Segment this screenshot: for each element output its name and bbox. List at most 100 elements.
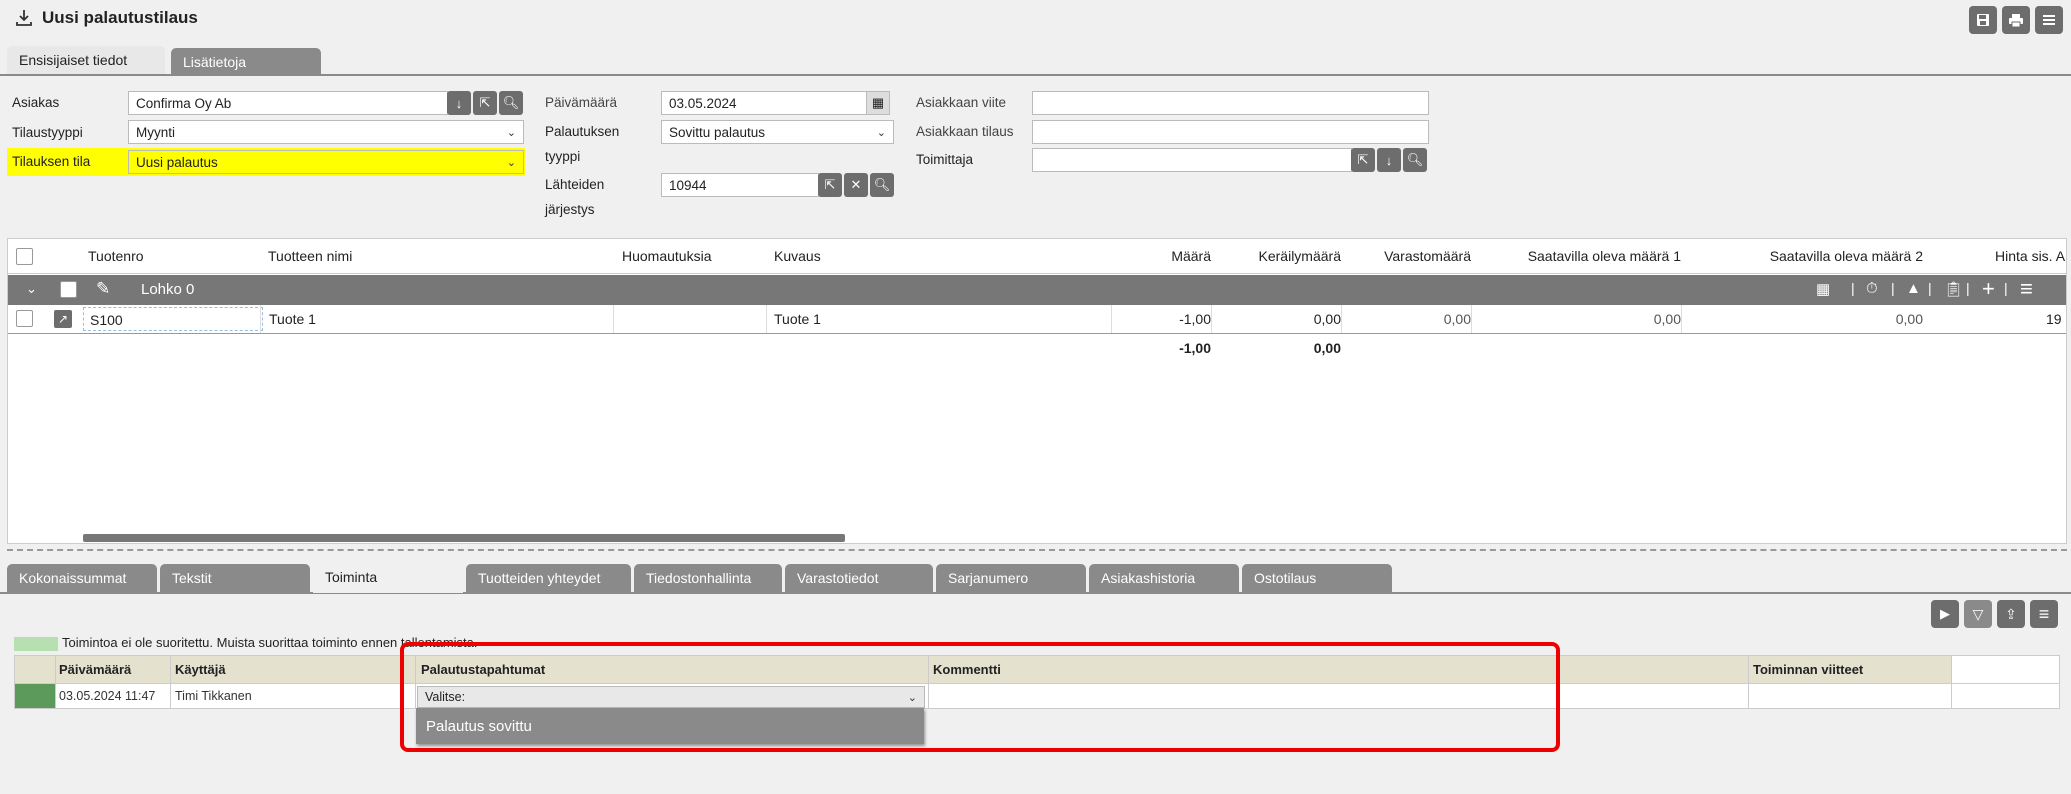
shapes-icon[interactable]: ▲ — [1906, 280, 1921, 297]
calendar-add-icon[interactable]: ▦ — [1816, 280, 1830, 298]
tilauksen-tila-label: Tilauksen tila — [12, 154, 91, 169]
cell-varastomaara: 0,00 — [1443, 311, 1471, 327]
tab-sarjanumero[interactable]: Sarjanumero — [936, 564, 1086, 592]
search-icon: 🔍︎ — [873, 177, 891, 192]
col-divider — [766, 305, 767, 333]
lahteiden-label-2: järjestys — [545, 202, 595, 217]
col-kuvaus[interactable]: Kuvaus — [774, 239, 821, 273]
paivamaara-field[interactable]: 03.05.2024 — [661, 91, 867, 115]
tilaustyyppi-value: Myynti — [136, 124, 176, 140]
toimittaja-open-button[interactable]: ⇱ — [1351, 148, 1375, 172]
lahteiden-field[interactable]: 10944 — [661, 173, 819, 197]
tilaustyyppi-select[interactable]: Myynti ⌄ — [128, 120, 524, 144]
col-paivamaara[interactable]: Päivämäärä — [59, 662, 131, 677]
lahteiden-value: 10944 — [669, 177, 707, 193]
group-checkbox[interactable] — [60, 281, 77, 298]
menu-button[interactable] — [2035, 6, 2063, 34]
lahteiden-search-button[interactable]: 🔍︎ — [870, 173, 894, 197]
save-button[interactable] — [1969, 6, 1997, 34]
horizontal-scrollbar[interactable] — [83, 534, 845, 542]
filter-button[interactable]: ▽ — [1964, 600, 1992, 628]
palautuksen-tyyppi-select[interactable]: Sovittu palautus ⌄ — [661, 120, 894, 144]
asiakkaan-tilaus-field[interactable] — [1032, 120, 1429, 144]
tab-kokonaissummat[interactable]: Kokonaissummat — [7, 564, 157, 592]
add-icon[interactable]: + — [1982, 276, 1995, 302]
open-link-icon: ⇱ — [824, 177, 836, 192]
divider: | — [1928, 280, 1932, 296]
tab-varastotiedot[interactable]: Varastotiedot — [785, 564, 933, 592]
open-link-icon: ⇱ — [479, 95, 491, 110]
activity-menu-button[interactable]: ≡ — [2030, 600, 2058, 628]
tab-label: Ensisijaiset tiedot — [19, 52, 128, 68]
col-kayttaja[interactable]: Käyttäjä — [175, 662, 226, 677]
toimittaja-search-button[interactable]: 🔍︎ — [1403, 148, 1427, 172]
tilaustyyppi-label: Tilaustyyppi — [12, 125, 83, 140]
asiakas-open-button[interactable]: ⇱ — [473, 91, 497, 115]
col-tuotenro[interactable]: Tuotenro — [88, 239, 144, 273]
asiakas-search-button[interactable]: 🔍︎ — [499, 91, 523, 115]
print-button[interactable] — [2002, 6, 2030, 34]
calendar-button[interactable]: ▦ — [866, 91, 890, 115]
cell-saatavilla-1: 0,00 — [1653, 311, 1681, 327]
col-saatavilla-2[interactable]: Saatavilla oleva määrä 2 — [1681, 239, 1923, 273]
cell-kerailymaara: 0,00 — [1313, 311, 1341, 327]
notice-color-swatch — [14, 637, 58, 651]
col-varastomaara[interactable]: Varastomäärä — [1341, 239, 1471, 273]
export-button[interactable]: ⇪ — [1997, 600, 2025, 628]
toimittaja-down-button[interactable]: ↓ — [1377, 148, 1401, 172]
asiakkaan-viite-field[interactable] — [1032, 91, 1429, 115]
save-icon — [1977, 14, 1989, 26]
close-icon: ✕ — [850, 177, 862, 192]
tab-ostotilaus[interactable]: Ostotilaus — [1242, 564, 1392, 592]
run-button[interactable]: ▶ — [1931, 600, 1959, 628]
divider: | — [1851, 280, 1855, 296]
paivamaara-label: Päivämäärä — [545, 95, 618, 110]
arrow-down-icon: ↓ — [1385, 152, 1393, 168]
panel-splitter[interactable] — [7, 549, 2067, 551]
palautuksen-tyyppi-label-2: tyyppi — [545, 149, 581, 164]
cell-hinta: 19 — [2046, 311, 2062, 327]
timer-icon[interactable]: ⏱ — [1866, 280, 1878, 297]
lahteiden-open-button[interactable]: ⇱ — [818, 173, 842, 197]
col-toiminnan-viitteet[interactable]: Toiminnan viitteet — [1753, 662, 1863, 677]
col-maara[interactable]: Määrä — [1108, 239, 1211, 273]
open-row-icon[interactable]: ↗ — [54, 310, 72, 328]
cell-kuvaus: Tuote 1 — [774, 311, 821, 327]
edit-pencil-icon[interactable]: ✎ — [96, 279, 110, 299]
filter-icon: ▽ — [1972, 605, 1984, 622]
col-saatavilla-1[interactable]: Saatavilla oleva määrä 1 — [1471, 239, 1681, 273]
tab-tekstit[interactable]: Tekstit — [160, 564, 310, 592]
tab-label: Lisätietoja — [183, 54, 247, 70]
table-row[interactable]: ↗ S100 Tuote 1 Tuote 1 -1,00 0,00 0,00 0… — [8, 305, 2066, 334]
total-maara: -1,00 — [1179, 340, 1211, 356]
divider: | — [1966, 280, 1970, 296]
asiakas-down-button[interactable]: ↓ — [447, 91, 471, 115]
tab-toiminta[interactable]: Toiminta — [313, 560, 463, 593]
tab-tuotteiden-yhteydet[interactable]: Tuotteiden yhteydet — [466, 564, 631, 592]
lahteiden-clear-button[interactable]: ✕ — [844, 173, 868, 197]
page-title-text: Uusi palautustilaus — [42, 8, 198, 27]
col-hinta[interactable]: Hinta sis. A — [1995, 239, 2065, 273]
col-kerailymaara[interactable]: Keräilymäärä — [1211, 239, 1341, 273]
tilauksen-tila-select[interactable]: Uusi palautus ⌄ — [128, 150, 524, 174]
menu-icon[interactable]: ≡ — [2020, 276, 2033, 302]
group-row: ⌄ ✎ Lohko 0 ▦ | ⏱ | ▲ | 📋︎ | + | ≡ — [8, 275, 2066, 305]
toimittaja-field[interactable] — [1032, 148, 1352, 172]
tab-ensisijaiset-tiedot[interactable]: Ensisijaiset tiedot — [7, 46, 165, 74]
tilauksen-tila-value: Uusi palautus — [136, 154, 218, 170]
col-divider — [1748, 656, 1749, 708]
clipboard-check-icon[interactable]: 📋︎ — [1944, 280, 1963, 298]
collapse-chevron-icon[interactable]: ⌄ — [26, 281, 37, 297]
tab-asiakashistoria[interactable]: Asiakashistoria — [1089, 564, 1239, 592]
tab-label: Toiminta — [325, 568, 378, 585]
row-checkbox[interactable] — [16, 310, 33, 327]
tab-tiedostonhallinta[interactable]: Tiedostonhallinta — [634, 564, 782, 592]
group-label: Lohko 0 — [141, 281, 195, 298]
col-huomautuksia[interactable]: Huomautuksia — [622, 239, 712, 273]
asiakas-field[interactable]: Confirma Oy Ab — [128, 91, 448, 115]
tab-lisatietoja[interactable]: Lisätietoja — [171, 48, 321, 76]
col-divider — [55, 656, 56, 708]
select-all-checkbox[interactable] — [16, 239, 33, 273]
print-icon — [2009, 14, 2023, 28]
col-tuotteen-nimi[interactable]: Tuotteen nimi — [268, 239, 352, 273]
